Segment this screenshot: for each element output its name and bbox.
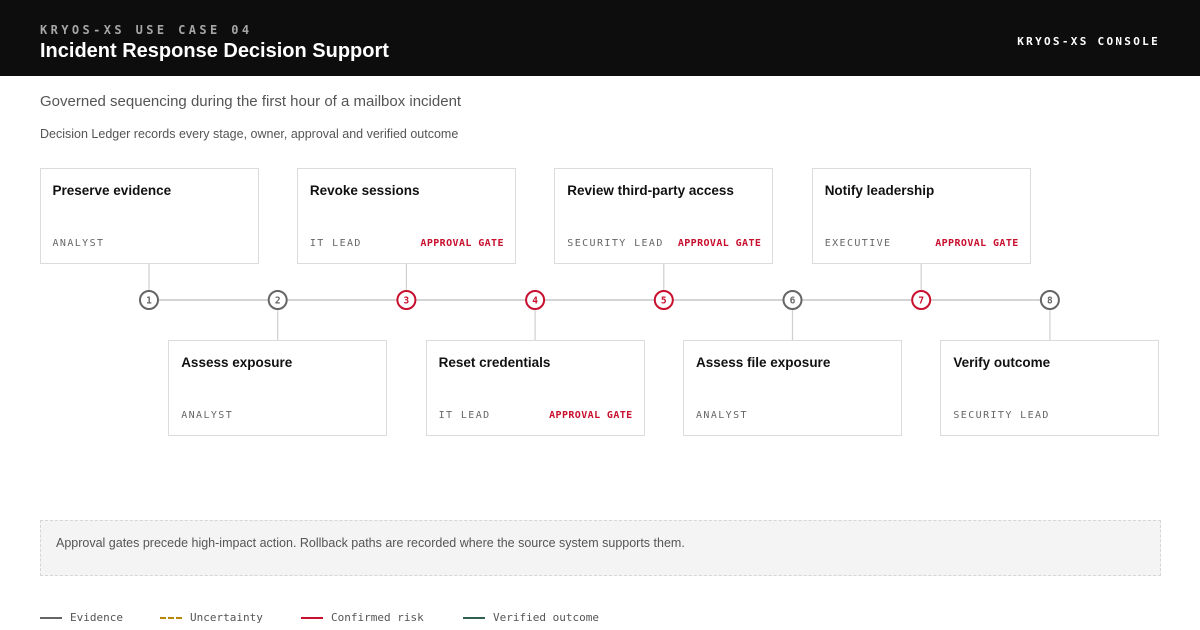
approval-gate-badge: APPROVAL GATE xyxy=(420,238,504,249)
step-owner: IT LEAD xyxy=(438,410,491,421)
step-title: Notify leadership xyxy=(824,183,935,198)
legend-swatch xyxy=(463,617,485,619)
step-number: 1 xyxy=(146,296,152,307)
step-node[interactable]: 2 xyxy=(267,290,288,310)
legend-label: Verified outcome xyxy=(493,611,599,624)
step-number: 2 xyxy=(275,296,281,307)
step-card[interactable]: Preserve evidence ANALYST xyxy=(39,168,259,264)
step-owner: ANALYST xyxy=(696,410,748,421)
step-title: Assess exposure xyxy=(181,355,293,370)
legend-swatch xyxy=(40,617,62,619)
step-title: Assess file exposure xyxy=(696,355,831,370)
step-card[interactable]: Reset credentials IT LEAD APPROVAL GATE xyxy=(425,340,645,436)
step-node[interactable]: 8 xyxy=(1039,290,1060,310)
step-number: 7 xyxy=(918,296,924,307)
step-owner: IT LEAD xyxy=(309,238,362,249)
step-card[interactable]: Assess file exposure ANALYST xyxy=(683,340,902,436)
step-card[interactable]: Assess exposure ANALYST xyxy=(168,340,388,436)
approval-callout: Approval gates precede high-impact actio… xyxy=(40,520,1161,576)
callout-text: Approval gates precede high-impact actio… xyxy=(56,536,685,550)
step-node[interactable]: 7 xyxy=(911,290,932,310)
step-owner: SECURITY LEAD xyxy=(953,410,1050,421)
legend-label: Confirmed risk xyxy=(331,611,424,624)
step-node[interactable]: 5 xyxy=(653,290,674,310)
step-node[interactable]: 3 xyxy=(396,290,417,310)
step-node[interactable]: 1 xyxy=(139,290,159,310)
step-number: 3 xyxy=(404,296,410,307)
step-card[interactable]: Verify outcome SECURITY LEAD xyxy=(940,340,1160,436)
step-number: 4 xyxy=(532,296,538,307)
legend-label: Uncertainty xyxy=(190,611,263,624)
step-owner: ANALYST xyxy=(52,238,105,249)
step-card[interactable]: Revoke sessions IT LEAD APPROVAL GATE xyxy=(296,168,516,264)
step-card[interactable]: Notify leadership EXECUTIVE APPROVAL GATE xyxy=(811,168,1031,264)
step-number: 5 xyxy=(661,296,667,307)
step-number: 6 xyxy=(790,296,796,307)
step-title: Revoke sessions xyxy=(309,183,420,198)
step-owner: SECURITY LEAD xyxy=(567,238,664,249)
step-node[interactable]: 6 xyxy=(782,290,803,310)
step-title: Preserve evidence xyxy=(52,183,172,198)
legend-swatch xyxy=(301,617,323,619)
approval-gate-badge: APPROVAL GATE xyxy=(935,238,1019,249)
approval-gate-badge: APPROVAL GATE xyxy=(677,238,762,249)
step-title: Reset credentials xyxy=(438,355,551,370)
step-number: 8 xyxy=(1047,296,1053,307)
step-title: Review third-party access xyxy=(567,183,734,198)
legend-label: Evidence xyxy=(70,611,123,624)
legend-swatch xyxy=(160,617,182,619)
step-owner: EXECUTIVE xyxy=(824,238,892,249)
step-owner: ANALYST xyxy=(181,410,234,421)
approval-gate-badge: APPROVAL GATE xyxy=(549,410,633,421)
step-title: Verify outcome xyxy=(953,355,1051,370)
step-node[interactable]: 4 xyxy=(525,290,546,310)
step-card[interactable]: Review third-party access SECURITY LEAD AP… xyxy=(554,168,774,264)
